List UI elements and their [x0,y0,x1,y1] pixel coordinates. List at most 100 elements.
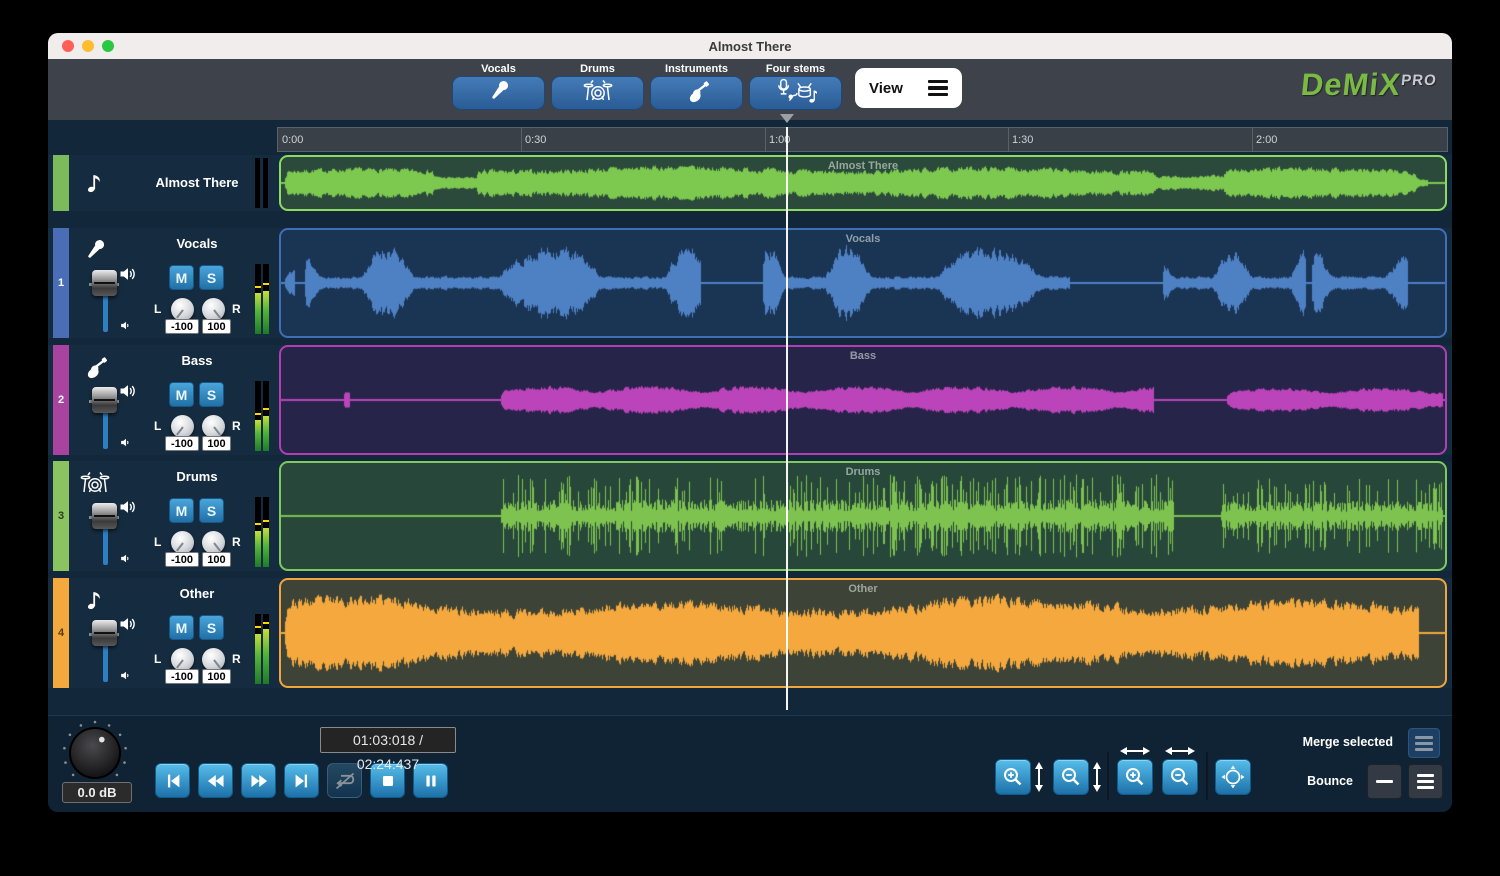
stem-button-label: Drums [580,62,615,76]
ruler-tick [765,128,766,151]
mute-button[interactable]: M [169,382,194,407]
volume-quiet-icon [119,552,132,570]
guitar-icon [682,78,712,109]
track-name: Bass [127,353,267,368]
mute-button[interactable]: M [169,498,194,523]
vertical-arrow-icon [1091,762,1103,797]
track-color-strip [53,155,69,211]
track-number: 4 [58,627,64,639]
four-stems-icon [775,77,817,110]
playhead-marker[interactable] [780,114,794,123]
stem-button-label: Four stems [766,62,825,76]
volume-fader[interactable] [89,264,119,334]
pan-right-value[interactable]: 100 [202,319,231,334]
instruments-separation-button[interactable] [650,76,743,110]
toolbar: Vocals Drums Instruments Four stems View… [48,59,1452,120]
timeline-ruler[interactable]: 0:000:301:001:302:00 [277,127,1448,152]
pan-right-label: R [232,535,241,549]
fast-forward-button[interactable] [241,763,276,798]
volume-fader[interactable] [89,497,119,567]
skip-to-end-button[interactable] [284,763,319,798]
zoom-in-vertical-button[interactable] [995,759,1031,795]
volume-quiet-icon [119,669,132,687]
waveform [281,580,1445,686]
pan-right-value[interactable]: 100 [202,669,231,684]
clip-label: Vocals [281,233,1445,245]
pan-left-knob[interactable] [171,298,194,321]
music-note-icon [77,584,113,616]
bounce-multi-button[interactable] [1408,764,1443,799]
pan-right-knob[interactable] [202,531,225,554]
pan-right-value[interactable]: 100 [202,552,231,567]
pan-left-value[interactable]: -100 [165,319,199,334]
microphone-icon [486,78,512,109]
zoom-out-horizontal-button[interactable] [1162,759,1198,795]
audio-clip[interactable]: Almost There [279,155,1447,211]
pan-right-value[interactable]: 100 [202,436,231,451]
level-meter-right [263,381,269,451]
audio-clip[interactable]: Drums [279,461,1447,571]
stem-button-group: Four stems [749,62,842,110]
skip-to-start-button[interactable] [155,763,190,798]
track-row: 3 Drums M S L R -100 100 [48,461,1452,571]
solo-button[interactable]: S [199,615,224,640]
track-row-master: Almost There Almost There [48,155,1452,211]
pan-left-knob[interactable] [171,531,194,554]
bounce-single-button[interactable] [1367,764,1402,799]
track-header[interactable]: Vocals M S L R -100 100 [69,228,277,338]
pan-right-knob[interactable] [202,298,225,321]
audio-clip[interactable]: Other [279,578,1447,688]
menu-icon [928,80,948,97]
four-stems-separation-button[interactable] [749,76,842,110]
separation-buttons: Vocals Drums Instruments Four stems [452,62,842,110]
time-display: 01:03:018 / 02:24:437 [320,727,456,753]
drums-separation-button[interactable] [551,76,644,110]
mute-button[interactable]: M [169,615,194,640]
volume-quiet-icon [119,436,132,454]
pan-left-value[interactable]: -100 [165,669,199,684]
fader-handle[interactable] [92,387,117,413]
fader-handle[interactable] [92,270,117,296]
track-header[interactable]: Almost There [69,155,277,211]
rewind-button[interactable] [198,763,233,798]
track-header[interactable]: Drums M S L R -100 100 [69,461,277,571]
titlebar: Almost There [48,33,1452,59]
audio-clip[interactable]: Vocals [279,228,1447,338]
merge-selected-label: Merge selected [1278,735,1393,749]
volume-fader[interactable] [89,614,119,684]
volume-fader[interactable] [89,381,119,451]
solo-button[interactable]: S [199,498,224,523]
ruler-tick-label: 2:00 [1256,134,1277,146]
ruler-tick-label: 0:30 [525,134,546,146]
waveform [281,347,1445,453]
pan-right-knob[interactable] [202,415,225,438]
divider [1206,752,1208,800]
pan-left-knob[interactable] [171,648,194,671]
pan-left-value[interactable]: -100 [165,552,199,567]
stem-button-group: Drums [551,62,644,110]
fader-handle[interactable] [92,620,117,646]
view-button[interactable]: View [855,68,962,108]
zoom-out-vertical-button[interactable] [1053,759,1089,795]
track-header[interactable]: Other M S L R -100 100 [69,578,277,688]
vocals-separation-button[interactable] [452,76,545,110]
track-header[interactable]: Bass M S L R -100 100 [69,345,277,455]
pan-left-knob[interactable] [171,415,194,438]
track-row: 2 Bass M S L R -100 100 [48,345,1452,455]
merge-selected-button[interactable] [1408,728,1440,758]
audio-clip[interactable]: Bass [279,345,1447,455]
track-color-strip: 3 [53,461,69,571]
track-name: Vocals [127,236,267,251]
playhead-line [786,127,788,710]
solo-button[interactable]: S [199,265,224,290]
mute-button[interactable]: M [169,265,194,290]
clip-label: Drums [281,466,1445,478]
volume-loud-icon [118,264,138,289]
fader-handle[interactable] [92,503,117,529]
pan-right-knob[interactable] [202,648,225,671]
microphone-icon [77,234,113,266]
zoom-in-horizontal-button[interactable] [1117,759,1153,795]
solo-button[interactable]: S [199,382,224,407]
pan-left-value[interactable]: -100 [165,436,199,451]
zoom-to-fit-button[interactable] [1215,759,1251,795]
